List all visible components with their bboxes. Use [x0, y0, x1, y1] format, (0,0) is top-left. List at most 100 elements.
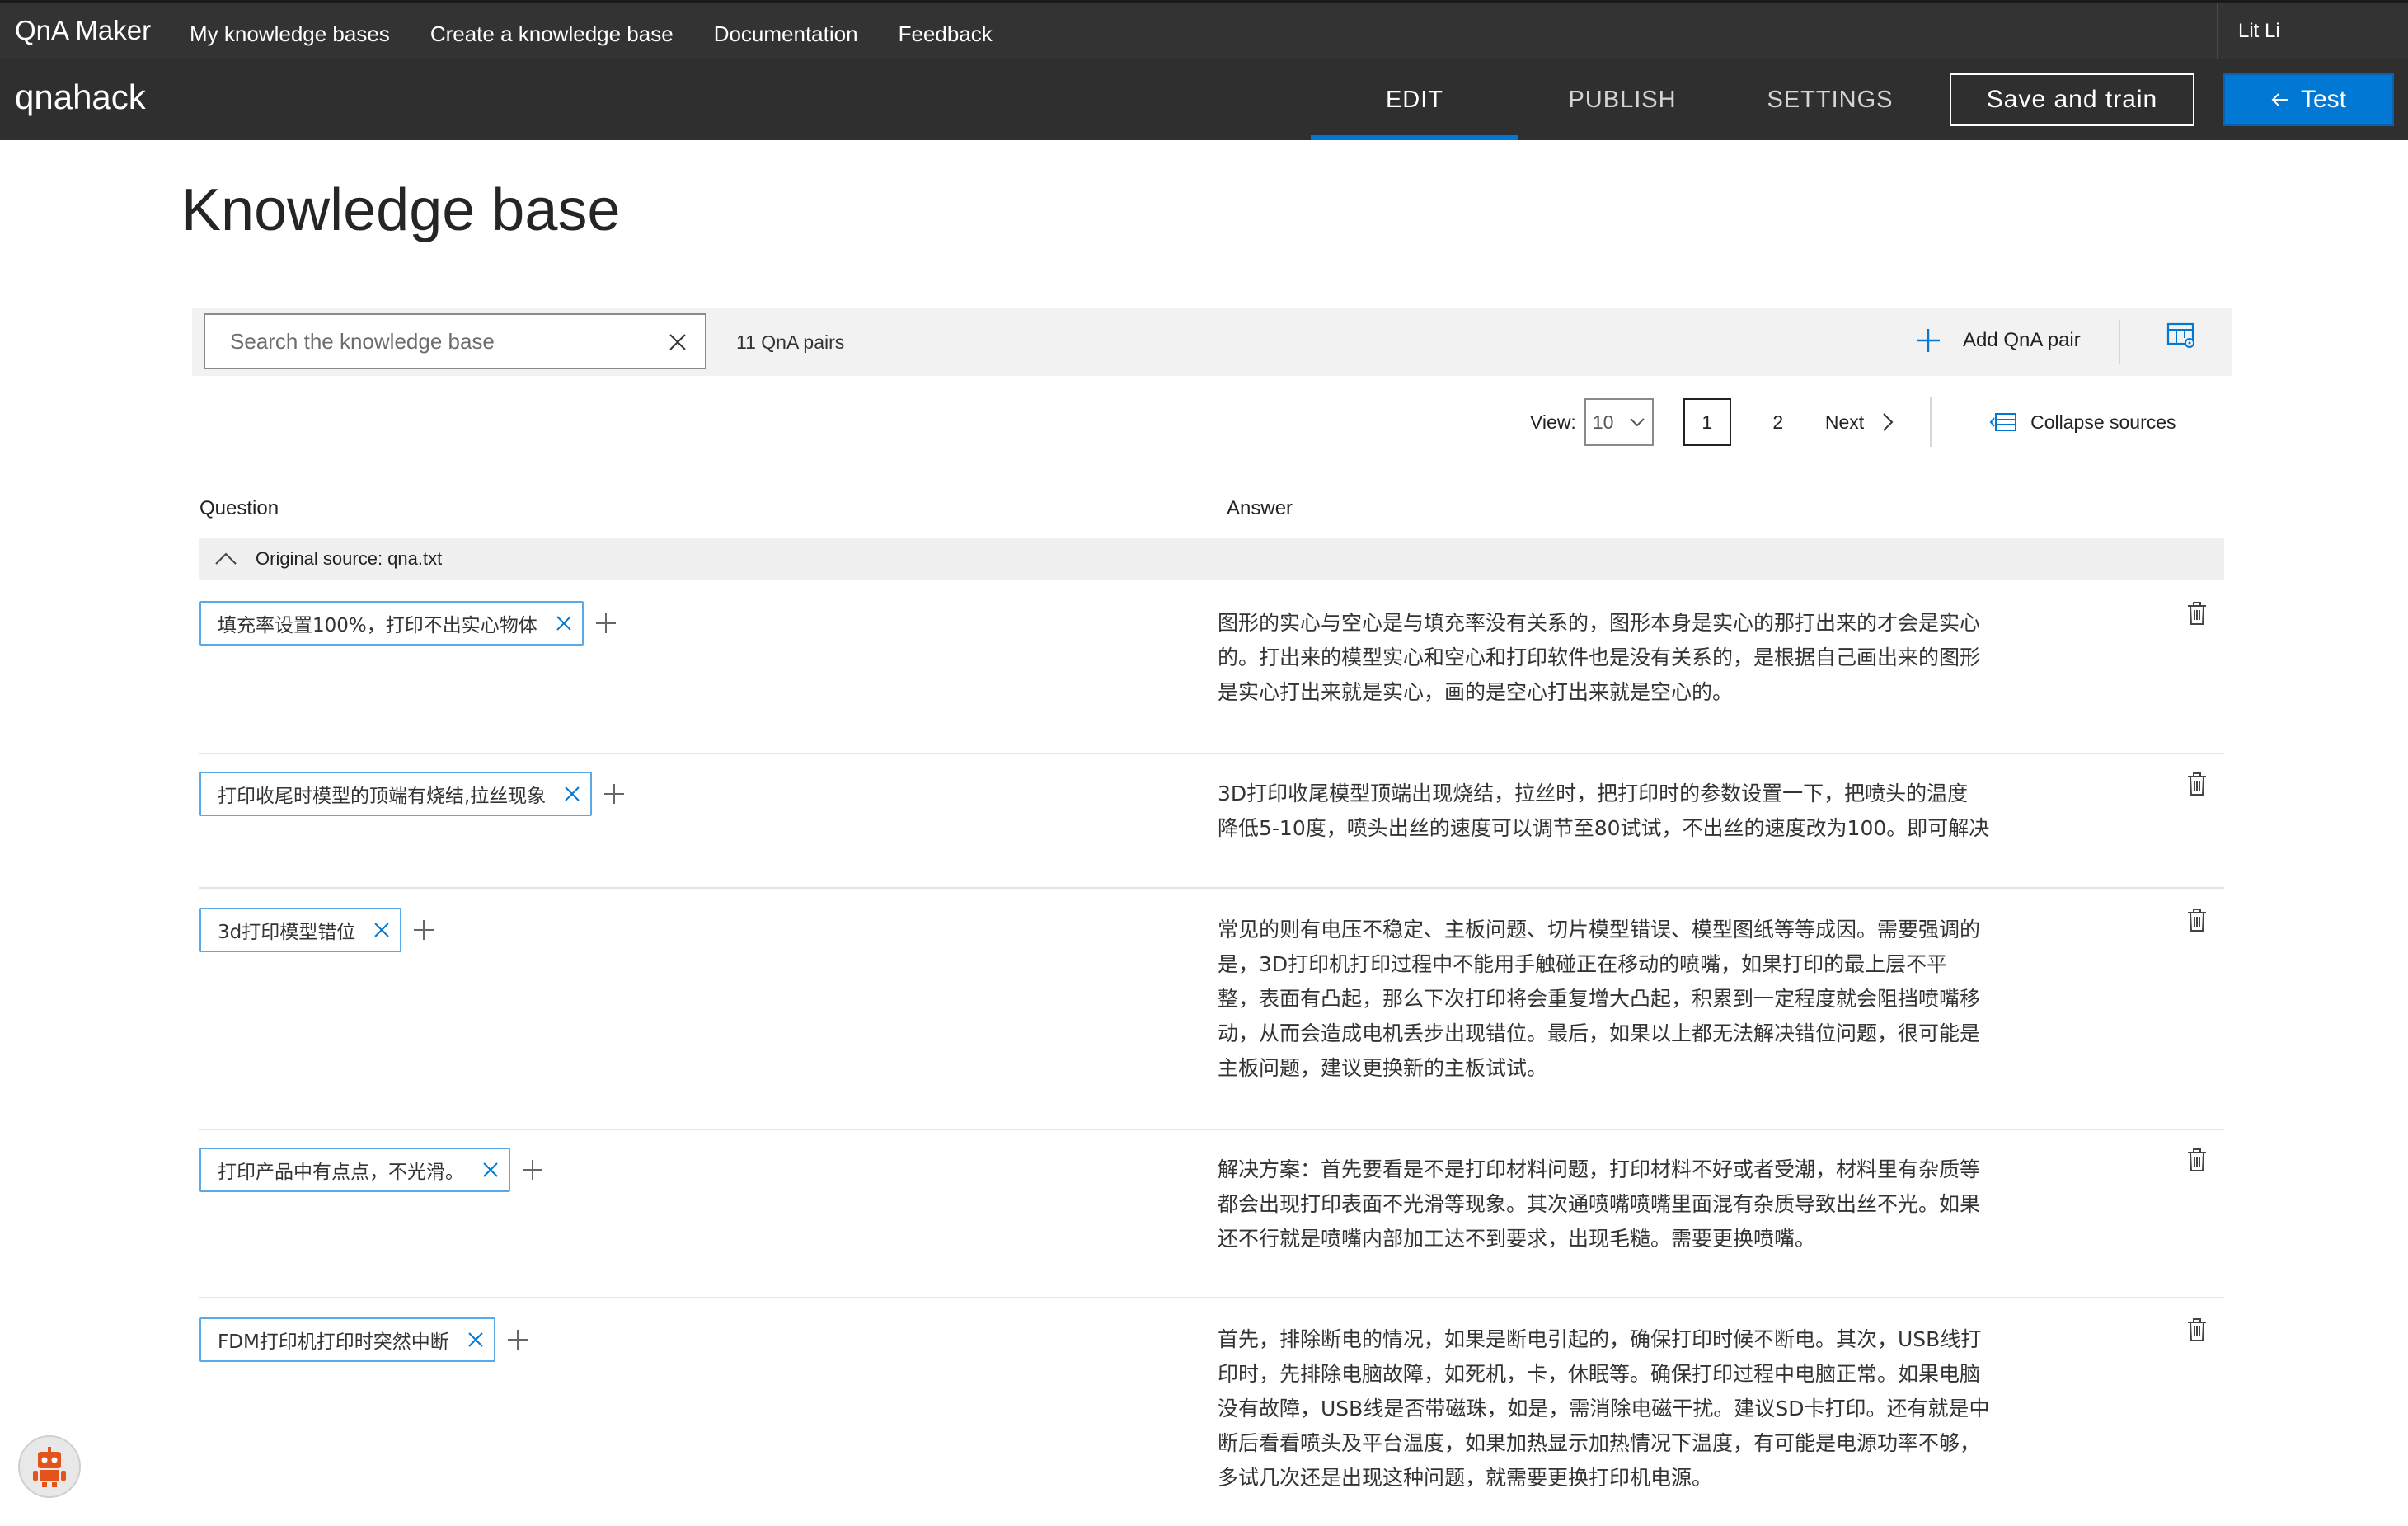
add-alternate-question-icon[interactable] [413, 919, 434, 941]
question-column-header: Question [199, 497, 279, 519]
answer-line: 首先，排除断电的情况，如果是断电引起的，确保打印时候不断电。其次，USB线打 [1218, 1327, 1982, 1351]
top-nav: My knowledge bases Create a knowledge ba… [190, 21, 993, 47]
page-1-button[interactable]: 1 [1683, 398, 1731, 446]
save-and-train-button[interactable]: Save and train [1950, 73, 2194, 126]
question-chip[interactable]: 填充率设置100%，打印不出实心物体 [199, 601, 584, 646]
question-text: 打印收尾时模型的顶端有烧结,拉丝现象 [218, 786, 547, 807]
arrow-left-icon [2271, 92, 2289, 107]
remove-question-icon[interactable] [373, 922, 390, 938]
collapse-sources-label: Collapse sources [2030, 411, 2176, 433]
answer-line: 解决方案：首先要看是不是打印材料问题，打印材料不好或者受潮，材料里有杂质等 [1218, 1157, 1981, 1181]
table-settings-icon[interactable] [2166, 322, 2196, 350]
answer-line: 印时，先排除电脑故障，如死机，卡，休眠等。确保打印过程中电脑正常。如果电脑 [1218, 1362, 1981, 1386]
tab-settings[interactable]: SETTINGS [1726, 59, 1934, 140]
question-chip[interactable]: 3d打印模型错位 [199, 908, 402, 952]
user-name: Lit Li [2238, 20, 2280, 42]
answer-line: 图形的实心与空心是与填充率没有关系的，图形本身是实心的那打出来的才会是实心 [1218, 611, 1981, 635]
question-cell: 填充率设置100%，打印不出实心物体 [199, 601, 617, 646]
question-cell: FDM打印机打印时突然中断 [199, 1317, 528, 1362]
chat-bot-avatar[interactable] [18, 1435, 81, 1498]
pagination-bar: View: 10 1 2 Next Collapse sources [1530, 397, 2176, 447]
next-page-button[interactable]: Next [1825, 411, 1894, 434]
add-alternate-question-icon[interactable] [507, 1329, 528, 1350]
toolbar-divider [2119, 320, 2120, 364]
answer-text[interactable]: 图形的实心与空心是与填充率没有关系的，图形本身是实心的那打出来的才会是实心 的。… [1218, 606, 2058, 710]
table-row: 打印产品中有点点，不光滑。 解决方案：首先要看是不是打印材料问题，打印材料不好或… [199, 1148, 2224, 1298]
top-app-bar: QnA Maker My knowledge bases Create a kn… [0, 0, 2408, 63]
remove-question-icon[interactable] [556, 615, 572, 632]
table-row: FDM打印机打印时突然中断 首先，排除断电的情况，如果是断电引起的，确保打印时候… [199, 1317, 2224, 1524]
user-menu[interactable]: Lit Li [2217, 3, 2408, 63]
question-cell: 打印收尾时模型的顶端有烧结,拉丝现象 [199, 772, 625, 816]
question-text: 打印产品中有点点，不光滑。 [218, 1162, 464, 1183]
tab-edit[interactable]: EDIT [1311, 59, 1518, 140]
kb-header-bar: qnahack EDIT PUBLISH SETTINGS Save and t… [0, 59, 2408, 140]
next-page-label: Next [1824, 411, 1865, 433]
table-row: 填充率设置100%，打印不出实心物体 图形的实心与空心是与填充率没有关系的，图形… [199, 601, 2224, 754]
robot-icon [33, 1447, 66, 1487]
trash-icon[interactable] [2186, 908, 2208, 932]
answer-line: 还不行就是喷嘴内部加工达不到要求，出现毛糙。需要更换喷嘴。 [1218, 1227, 1816, 1251]
answer-text[interactable]: 首先，排除断电的情况，如果是断电引起的，确保打印时候不断电。其次，USB线打 印… [1218, 1322, 2058, 1495]
qna-pair-count: 11 QnA pairs [736, 331, 845, 353]
answer-text[interactable]: 常见的则有电压不稳定、主板问题、切片模型错误、模型图纸等等成因。需要强调的 是，… [1218, 913, 2058, 1086]
pager-divider [1930, 397, 1932, 447]
app-brand[interactable]: QnA Maker [15, 15, 151, 46]
source-group-header[interactable]: Original source: qna.txt [199, 538, 2224, 580]
kb-tabs: EDIT PUBLISH SETTINGS [1311, 59, 1934, 140]
trash-icon[interactable] [2186, 772, 2208, 796]
search-box [204, 313, 706, 369]
table-row: 3d打印模型错位 常见的则有电压不稳定、主板问题、切片模型错误、模型图纸等等成因… [199, 908, 2224, 1130]
plus-icon [1915, 327, 1941, 354]
trash-icon[interactable] [2186, 601, 2208, 626]
question-chip[interactable]: 打印产品中有点点，不光滑。 [199, 1148, 510, 1192]
answer-line: 是，3D打印机打印过程中不能用手触碰正在移动的喷嘴，如果打印的最上层不平 [1218, 952, 1948, 976]
nav-create-knowledge-base[interactable]: Create a knowledge base [430, 21, 674, 47]
question-chip[interactable]: 打印收尾时模型的顶端有烧结,拉丝现象 [199, 772, 593, 816]
question-chip[interactable]: FDM打印机打印时突然中断 [199, 1317, 495, 1362]
page-size-select[interactable]: 10 [1584, 398, 1654, 446]
tab-publish[interactable]: PUBLISH [1518, 59, 1726, 140]
chevron-right-icon [1882, 412, 1894, 432]
test-button-label: Test [2300, 86, 2347, 113]
search-input[interactable] [217, 323, 655, 359]
nav-documentation[interactable]: Documentation [714, 21, 858, 47]
answer-line: 动，从而会造成电机丢步出现错位。最后，如果以上都无法解决错位问题，很可能是 [1218, 1021, 1981, 1045]
answer-column-header: Answer [1227, 497, 1293, 519]
answer-line: 常见的则有电压不稳定、主板问题、切片模型错误、模型图纸等等成因。需要强调的 [1218, 918, 1981, 941]
trash-icon[interactable] [2186, 1317, 2208, 1342]
collapse-sources-icon [1989, 411, 2017, 433]
nav-feedback[interactable]: Feedback [899, 21, 993, 47]
remove-question-icon[interactable] [564, 786, 580, 802]
collapse-sources-button[interactable]: Collapse sources [1989, 411, 2176, 434]
answer-line: 降低5-10度，喷头出丝的速度可以调节至80试试，不出丝的速度改为100。即可解… [1218, 816, 1990, 840]
source-label: Original source: qna.txt [256, 548, 443, 569]
page-2-button[interactable]: 2 [1754, 398, 1802, 446]
add-alternate-question-icon[interactable] [603, 783, 625, 805]
add-alternate-question-icon[interactable] [522, 1159, 543, 1181]
answer-line: 没有故障，USB线是否带磁珠，如是，需消除电磁干扰。建议SD卡打印。还有就是中 [1218, 1397, 1990, 1420]
answer-line: 整，表面有凸起，那么下次打印将会重复增大凸起，积累到一定程度就会阻挡喷嘴移 [1218, 987, 1981, 1011]
remove-question-icon[interactable] [467, 1331, 484, 1348]
clear-search-icon[interactable] [669, 333, 687, 351]
answer-line: 断后看看喷头及平台温度，如果加热显示加热情况下温度，有可能是电源功率不够， [1218, 1431, 1981, 1455]
question-text: 3d打印模型错位 [218, 922, 356, 943]
view-label: View: [1530, 411, 1576, 433]
question-text: FDM打印机打印时突然中断 [218, 1331, 449, 1353]
answer-line: 多试几次还是出现这种问题，就需要更换打印机电源。 [1218, 1466, 1713, 1490]
test-button[interactable]: Test [2223, 73, 2394, 126]
answer-line: 主板问题，建议更换新的主板试试。 [1218, 1056, 1548, 1080]
add-qna-pair-label: Add QnA pair [1963, 329, 2081, 351]
answer-text[interactable]: 解决方案：首先要看是不是打印材料问题，打印材料不好或者受潮，材料里有杂质等 都会… [1218, 1153, 2058, 1256]
question-cell: 打印产品中有点点，不光滑。 [199, 1148, 543, 1192]
chevron-up-icon [215, 552, 237, 565]
nav-my-knowledge-bases[interactable]: My knowledge bases [190, 21, 390, 47]
add-alternate-question-icon[interactable] [595, 613, 617, 634]
question-cell: 3d打印模型错位 [199, 908, 434, 952]
trash-icon[interactable] [2186, 1148, 2208, 1172]
add-qna-pair-button[interactable]: Add QnA pair [1915, 320, 2081, 361]
answer-line: 3D打印收尾模型顶端出现烧结，拉丝时，把打印时的参数设置一下，把喷头的温度 [1218, 782, 1969, 805]
answer-line: 的。打出来的模型实心和空心和打印软件也是没有关系的，是根据自己画出来的图形 [1218, 646, 1981, 669]
remove-question-icon[interactable] [482, 1162, 499, 1178]
answer-text[interactable]: 3D打印收尾模型顶端出现烧结，拉丝时，把打印时的参数设置一下，把喷头的温度 降低… [1218, 777, 2058, 846]
